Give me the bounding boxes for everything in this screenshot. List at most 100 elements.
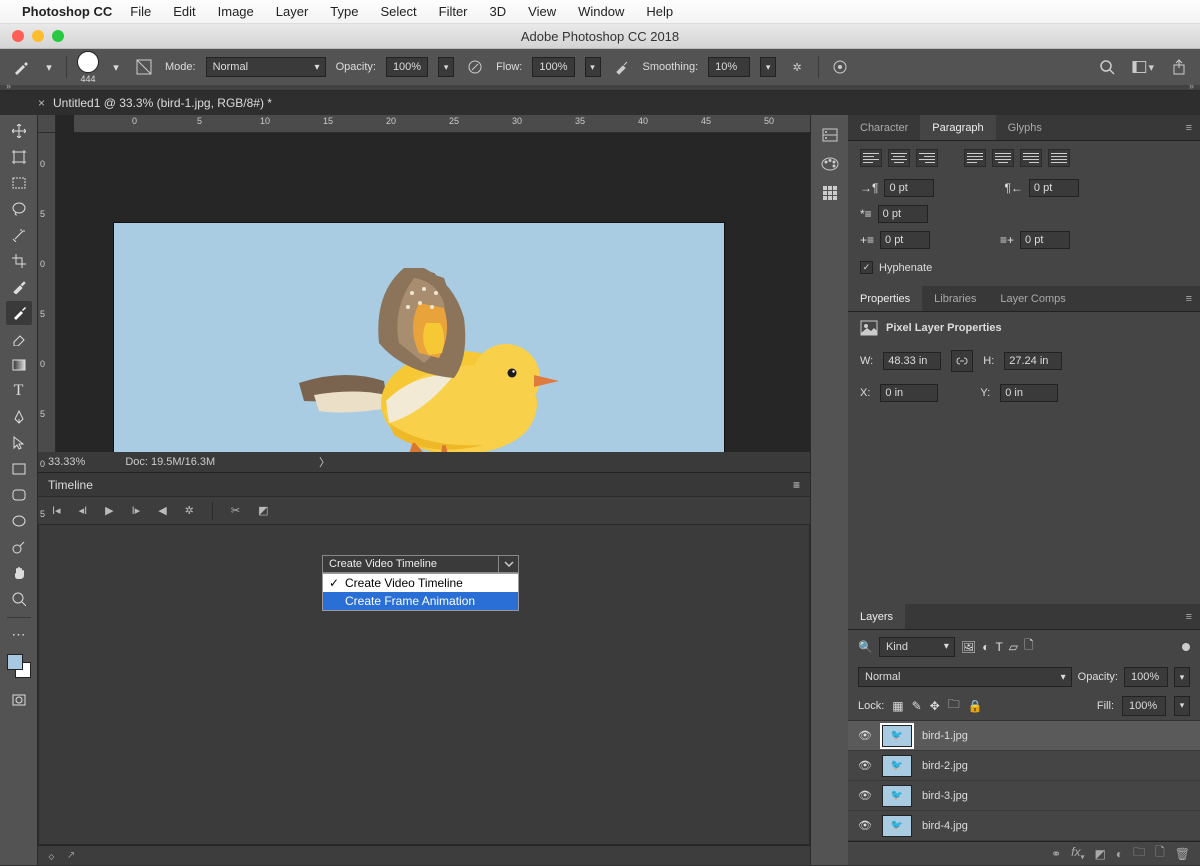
timeline-split-icon[interactable]: ✂ (231, 504, 240, 517)
layer-row[interactable]: 👁 bird-1.jpg (848, 721, 1200, 751)
color-swatches[interactable] (7, 654, 31, 678)
quick-mask-icon[interactable] (6, 688, 32, 712)
timeline-mute-icon[interactable]: ◀ (158, 504, 166, 517)
tool-preset-dropdown[interactable]: ▾ (42, 61, 56, 74)
document-tab[interactable]: Untitled1 @ 33.3% (bird-1.jpg, RGB/8#) * (53, 96, 272, 110)
space-before-field[interactable] (880, 231, 930, 249)
airbrush-icon[interactable] (611, 56, 633, 78)
hyphenate-checkbox[interactable]: ✓ (860, 261, 873, 274)
window-minimize-button[interactable] (32, 30, 44, 42)
smoothing-dropdown[interactable]: ▾ (760, 57, 776, 77)
menu-view[interactable]: View (528, 4, 556, 19)
properties-panel-menu-icon[interactable]: ≡ (1186, 293, 1200, 305)
smoothing-options-icon[interactable]: ✲ (786, 56, 808, 78)
link-layers-icon[interactable]: ⚭ (1051, 847, 1061, 861)
create-timeline-button[interactable]: Create Video Timeline (322, 555, 519, 573)
marquee-tool[interactable] (6, 171, 32, 195)
layer-row[interactable]: 👁 bird-2.jpg (848, 751, 1200, 781)
align-right-icon[interactable] (916, 149, 938, 167)
gradient-tool[interactable] (6, 353, 32, 377)
zoom-level[interactable]: 33.33% (48, 456, 85, 468)
timeline-panel-menu-icon[interactable]: ≡ (793, 478, 800, 492)
window-zoom-button[interactable] (52, 30, 64, 42)
zoom-tool[interactable] (6, 587, 32, 611)
delete-layer-icon[interactable]: 🗑 (1175, 847, 1190, 861)
lock-artboard-icon[interactable]: 🗀 (948, 695, 960, 716)
layer-thumbnail[interactable] (882, 725, 912, 747)
fill-dropdown[interactable]: ▾ (1174, 696, 1190, 716)
opacity-dropdown[interactable]: ▾ (438, 57, 454, 77)
justify-right-icon[interactable] (1020, 149, 1042, 167)
filter-shape-icon[interactable]: ▱ (1009, 640, 1018, 654)
tab-libraries[interactable]: Libraries (922, 286, 988, 311)
timeline-settings-icon[interactable]: ✲ (185, 504, 194, 517)
app-menu[interactable]: Photoshop CC (22, 4, 112, 19)
opacity-value[interactable]: 100% (386, 57, 428, 77)
align-center-icon[interactable] (888, 149, 910, 167)
flow-dropdown[interactable]: ▾ (585, 57, 601, 77)
layer-name[interactable]: bird-4.jpg (922, 820, 968, 832)
fill-value[interactable]: 100% (1122, 696, 1166, 716)
filter-toggle-icon[interactable] (1182, 643, 1190, 651)
menu-file[interactable]: File (130, 4, 151, 19)
justify-left-icon[interactable] (964, 149, 986, 167)
layer-blend-mode[interactable]: Normal (858, 667, 1072, 687)
lasso-tool[interactable] (6, 197, 32, 221)
menu-filter[interactable]: Filter (439, 4, 468, 19)
layer-visibility-icon[interactable]: 👁 (858, 759, 872, 772)
layer-name[interactable]: bird-3.jpg (922, 790, 968, 802)
first-line-field[interactable] (878, 205, 928, 223)
adjustment-layer-icon[interactable]: ◐ (1116, 847, 1123, 861)
timeline-render-icon[interactable]: 🝔 (48, 845, 55, 866)
layer-name[interactable]: bird-2.jpg (922, 760, 968, 772)
ruler-origin[interactable] (38, 115, 56, 133)
layer-group-icon[interactable]: 🗀 (1133, 843, 1145, 864)
menu-help[interactable]: Help (646, 4, 673, 19)
ellipse-tool[interactable] (6, 509, 32, 533)
tab-layer-comps[interactable]: Layer Comps (988, 286, 1077, 311)
layer-visibility-icon[interactable]: 👁 (858, 819, 872, 832)
layer-filter-kind[interactable]: Kind (879, 637, 955, 657)
brush-tool[interactable] (6, 301, 32, 325)
filter-pixel-icon[interactable]: 🖼 (961, 640, 976, 654)
rounded-rect-tool[interactable] (6, 483, 32, 507)
indent-left-field[interactable] (884, 179, 934, 197)
lock-transparency-icon[interactable]: ▦ (892, 699, 903, 713)
brush-panel-toggle-icon[interactable] (133, 56, 155, 78)
layer-thumbnail[interactable] (882, 815, 912, 837)
justify-center-icon[interactable] (992, 149, 1014, 167)
new-layer-icon[interactable]: 🗋 (1155, 843, 1165, 864)
filter-adjust-icon[interactable]: ◐ (982, 640, 989, 654)
menu-create-video-timeline[interactable]: Create Video Timeline (323, 574, 518, 592)
blend-mode-select[interactable]: Normal (206, 57, 326, 77)
edit-toolbar-icon[interactable]: ⋯ (6, 622, 32, 646)
create-timeline-dropdown[interactable] (498, 556, 518, 572)
align-left-icon[interactable] (860, 149, 882, 167)
timeline-export-icon[interactable]: ↗ (67, 850, 75, 861)
smoothing-value[interactable]: 10% (708, 57, 750, 77)
height-field[interactable] (1004, 352, 1062, 370)
canvas-stage[interactable] (56, 133, 810, 452)
justify-all-icon[interactable] (1048, 149, 1070, 167)
move-tool[interactable] (6, 119, 32, 143)
crop-tool[interactable] (6, 249, 32, 273)
layer-row[interactable]: 👁 bird-3.jpg (848, 781, 1200, 811)
filter-type-icon[interactable]: T (995, 640, 1002, 654)
width-field[interactable] (883, 352, 941, 370)
share-icon[interactable] (1168, 56, 1190, 78)
path-select-tool[interactable] (6, 431, 32, 455)
layer-visibility-icon[interactable]: 👁 (858, 729, 872, 742)
timeline-play-icon[interactable]: ▶ (105, 504, 113, 517)
ruler-horizontal[interactable]: 0 5 10 15 20 25 30 35 40 45 50 (74, 115, 810, 133)
magic-wand-tool[interactable] (6, 223, 32, 247)
pressure-opacity-icon[interactable] (464, 56, 486, 78)
menu-type[interactable]: Type (330, 4, 358, 19)
ruler-vertical[interactable]: 0 5 0 5 0 5 0 5 0 5 (38, 133, 56, 452)
filter-smart-icon[interactable]: 🗋 (1024, 636, 1034, 657)
tab-properties[interactable]: Properties (848, 286, 922, 311)
timeline-prev-frame-icon[interactable]: ◂I (79, 504, 88, 517)
layer-fx-icon[interactable]: fx▾ (1071, 845, 1084, 861)
screen-mode-icon[interactable]: ▾ (1132, 56, 1154, 78)
flow-value[interactable]: 100% (532, 57, 574, 77)
layers-panel-menu-icon[interactable]: ≡ (1186, 611, 1200, 623)
